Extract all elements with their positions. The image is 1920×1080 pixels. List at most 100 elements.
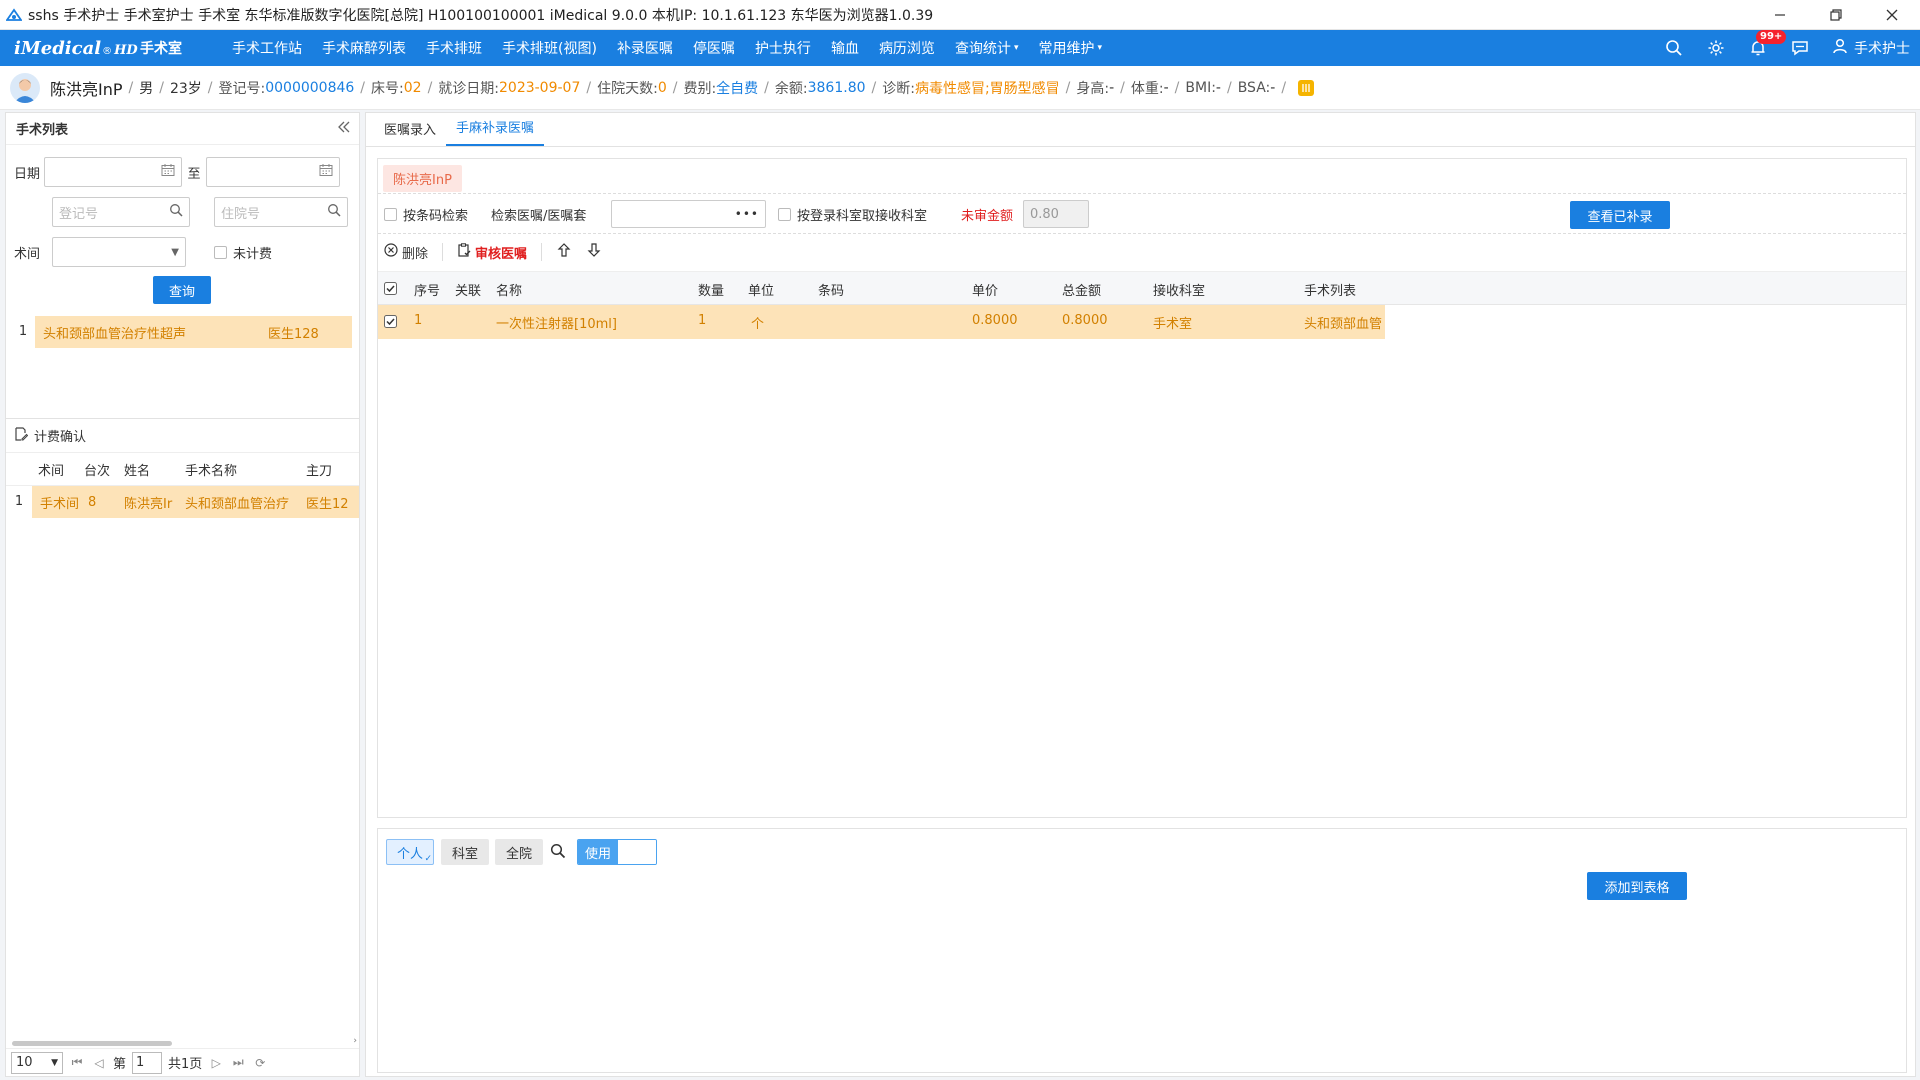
tab-order-entry[interactable]: 医嘱录入 bbox=[374, 119, 446, 146]
bed-value: 02 bbox=[403, 79, 422, 96]
scroll-right-icon[interactable]: › bbox=[353, 1036, 357, 1046]
nav-item-supplement-orders[interactable]: 补录医嘱 bbox=[607, 38, 683, 58]
weight-label: 体重: bbox=[1130, 80, 1164, 97]
nav-item-statistics[interactable]: 查询统计 ▾ bbox=[945, 38, 1029, 58]
calendar-icon[interactable] bbox=[319, 163, 333, 181]
col-name: 姓名 bbox=[124, 463, 151, 479]
delete-button[interactable]: 删除 bbox=[384, 243, 428, 262]
message-icon[interactable] bbox=[1790, 38, 1810, 58]
seg-hospital[interactable]: 全院 bbox=[495, 839, 543, 865]
more-icon[interactable]: ••• bbox=[735, 207, 759, 221]
next-page-icon[interactable]: ▷ bbox=[208, 1056, 224, 1070]
bmi-value: - bbox=[1215, 79, 1221, 96]
user-menu[interactable]: 手术护士 bbox=[1832, 38, 1910, 58]
order-toolbar: 删除 审核医嘱 bbox=[384, 237, 602, 267]
use-toggle[interactable]: 使用 bbox=[577, 839, 657, 865]
table-row[interactable]: 1 一次性注射器[10ml] 1 个 0.8000 0.8000 手术室 头和颈… bbox=[378, 305, 1385, 339]
inpatient-days-label: 住院天数: bbox=[597, 80, 658, 97]
dept-name[interactable]: 手术室 bbox=[140, 38, 220, 58]
col-seq: 台次 bbox=[84, 463, 111, 479]
nav-item-scheduling[interactable]: 手术排班 bbox=[416, 38, 492, 58]
charge-table: 术间 台次 姓名 手术名称 主刀 1 手术间 8 陈洪亮Ir 头和颈部血管治疗 … bbox=[6, 452, 359, 518]
unaudited-amount-field: 0.80 bbox=[1023, 200, 1089, 228]
unaudited-amount-label: 未审金额 bbox=[961, 208, 1014, 224]
nav-item-maintenance[interactable]: 常用维护 ▾ bbox=[1028, 38, 1112, 58]
select-all-checkbox[interactable] bbox=[384, 282, 397, 299]
patient-age: 23岁 bbox=[169, 80, 202, 97]
collapse-icon[interactable] bbox=[337, 120, 351, 138]
inpatient-no-input[interactable]: 住院号 bbox=[214, 197, 348, 227]
unbilled-checkbox[interactable] bbox=[214, 245, 227, 259]
prev-page-icon[interactable]: ◁ bbox=[91, 1056, 107, 1070]
calendar-icon[interactable] bbox=[161, 163, 175, 181]
search-icon[interactable] bbox=[550, 843, 566, 863]
gear-icon[interactable] bbox=[1706, 38, 1726, 58]
table-row[interactable]: 1 手术间 8 陈洪亮Ir 头和颈部血管治疗 医生12 bbox=[6, 486, 359, 518]
nav-item-scheduling-view[interactable]: 手术排班(视图) bbox=[492, 38, 607, 58]
nav-item-nurse-exec[interactable]: 护士执行 bbox=[745, 38, 821, 58]
patient-gender: 男 bbox=[139, 80, 154, 97]
tab-bar: 医嘱录入 手麻补录医嘱 bbox=[366, 113, 1915, 147]
col-price: 单价 bbox=[972, 284, 999, 299]
bmi-label: BMI: bbox=[1185, 79, 1216, 96]
tab-supplement-orders[interactable]: 手麻补录医嘱 bbox=[446, 117, 545, 146]
horizontal-scrollbar[interactable]: › bbox=[6, 1036, 359, 1048]
page-input[interactable]: 1 bbox=[132, 1051, 163, 1074]
charge-confirm-title: 计费确认 bbox=[34, 430, 87, 445]
nav-item-transfusion[interactable]: 输血 bbox=[821, 38, 869, 58]
move-up-icon[interactable] bbox=[556, 242, 572, 262]
seg-dept[interactable]: 科室 bbox=[441, 839, 489, 865]
barcode-search-checkbox[interactable] bbox=[384, 207, 397, 221]
order-search-input[interactable]: ••• bbox=[611, 200, 766, 228]
col-dept: 接收科室 bbox=[1153, 284, 1206, 299]
surgery-list-panel: 手术列表 日期 至 登记号 住院号 术间 ▼ 未计费 查询 1 头和颈部血管治疗… bbox=[5, 112, 360, 1077]
start-date-input[interactable] bbox=[44, 157, 182, 187]
reg-no-label: 登记号: bbox=[218, 80, 266, 97]
search-icon[interactable] bbox=[327, 203, 341, 221]
move-down-icon[interactable] bbox=[586, 242, 602, 262]
nav-item-emr[interactable]: 病历浏览 bbox=[869, 38, 945, 58]
search-icon[interactable] bbox=[1664, 38, 1684, 58]
nav-item-anesthesia-list[interactable]: 手术麻醉列表 bbox=[312, 38, 416, 58]
weight-value: - bbox=[1163, 79, 1169, 96]
inpatient-days-value: 0 bbox=[657, 79, 667, 96]
charge-confirm-header: 计费确认 bbox=[6, 418, 359, 452]
row-checkbox[interactable] bbox=[384, 315, 397, 332]
search-icon[interactable] bbox=[169, 203, 183, 221]
refresh-icon[interactable]: ⟳ bbox=[252, 1056, 268, 1070]
surgery-list-row[interactable]: 1 头和颈部血管治疗性超声 医生128 bbox=[11, 316, 352, 348]
add-to-table-button[interactable]: 添加到表格 bbox=[1587, 872, 1687, 900]
bell-icon[interactable]: 99+ bbox=[1748, 30, 1787, 58]
patient-flag-icon[interactable] bbox=[1298, 79, 1315, 96]
col-seq: 序号 bbox=[414, 284, 441, 299]
patient-tag[interactable]: 陈洪亮InP bbox=[383, 165, 462, 192]
bsa-value: - bbox=[1270, 79, 1276, 96]
page-size-select[interactable]: 10 ▼ bbox=[11, 1051, 63, 1074]
seg-personal[interactable]: 个人 ✓ bbox=[386, 839, 434, 865]
main-nav: iMedical ® HD 手术室 手术工作站 手术麻醉列表 手术排班 手术排班… bbox=[0, 30, 1920, 66]
reg-no-input[interactable]: 登记号 bbox=[52, 197, 190, 227]
room-select[interactable]: ▼ bbox=[52, 237, 186, 267]
edit-doc-icon bbox=[14, 426, 29, 445]
query-button[interactable]: 查询 bbox=[153, 276, 211, 304]
nav-item-stop-orders[interactable]: 停医嘱 bbox=[683, 38, 745, 58]
close-button[interactable] bbox=[1864, 0, 1920, 30]
col-oplist: 手术列表 bbox=[1304, 284, 1357, 299]
last-page-icon[interactable]: ⏭ bbox=[230, 1055, 246, 1070]
balance-value: 3861.80 bbox=[807, 79, 866, 96]
selected-corner-icon: ✓ bbox=[424, 854, 432, 864]
end-date-input[interactable] bbox=[206, 157, 340, 187]
restore-button[interactable] bbox=[1808, 0, 1864, 30]
window-title: sshs 手术护士 手术室护士 手术室 东华标准版数字化医院[总院] H1001… bbox=[28, 7, 934, 24]
visit-date-label: 就诊日期: bbox=[438, 80, 499, 97]
first-page-icon[interactable]: ⏮ bbox=[69, 1055, 85, 1070]
audit-orders-button[interactable]: 审核医嘱 bbox=[457, 243, 527, 262]
nav-item-workstation[interactable]: 手术工作站 bbox=[222, 38, 312, 58]
notification-badge: 99+ bbox=[1756, 30, 1787, 44]
height-label: 身高: bbox=[1076, 80, 1110, 97]
login-dept-checkbox[interactable] bbox=[778, 207, 791, 221]
title-bar: sshs 手术护士 手术室护士 手术室 东华标准版数字化医院[总院] H1001… bbox=[0, 0, 1920, 30]
view-supplemented-button[interactable]: 查看已补录 bbox=[1570, 201, 1670, 229]
order-grid-header: 序号 关联 名称 数量 单位 条码 单价 总金额 接收科室 手术列表 bbox=[378, 271, 1906, 305]
minimize-button[interactable] bbox=[1752, 0, 1808, 30]
